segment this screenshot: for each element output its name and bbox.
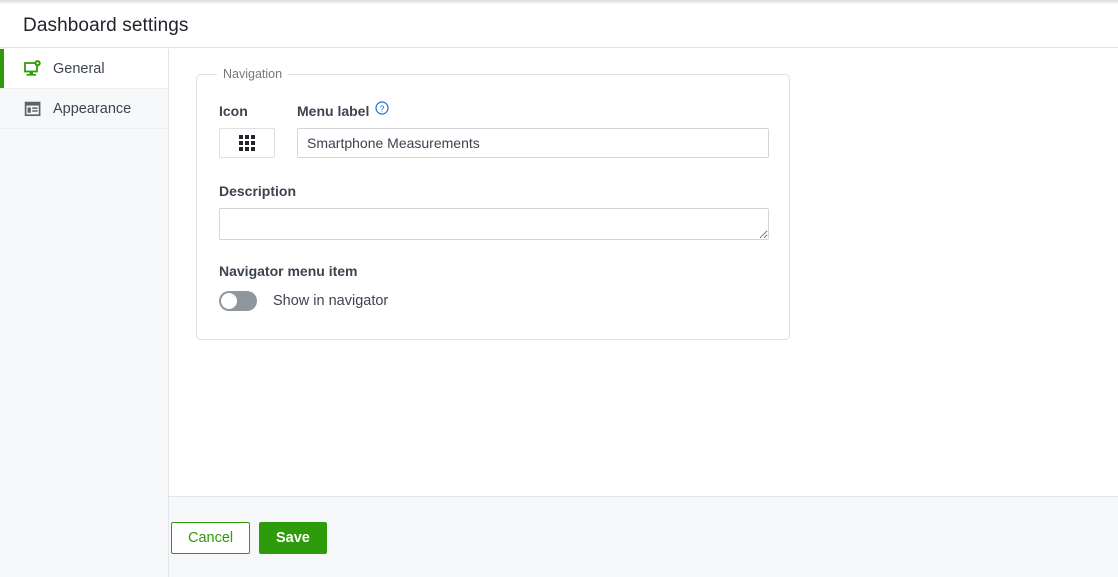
sidebar-item-label: General — [53, 61, 105, 77]
icon-field-label: Icon — [219, 103, 297, 119]
navigator-menu-item-label: Navigator menu item — [219, 263, 388, 279]
description-textarea[interactable] — [219, 208, 769, 240]
layout-panel-icon — [24, 100, 42, 118]
navigator-menu-item-section: Navigator menu item Show in navigator — [219, 263, 388, 311]
dialog-header: Dashboard settings — [0, 4, 1118, 48]
menu-label-input[interactable] — [297, 128, 769, 158]
show-in-navigator-toggle[interactable] — [219, 291, 257, 311]
menu-label-field: Menu label ? — [297, 103, 769, 158]
show-in-navigator-row: Show in navigator — [219, 291, 388, 311]
dashboard-settings-dialog: Dashboard settings General — [0, 0, 1118, 577]
icon-field: Icon — [219, 103, 297, 158]
dialog-footer: Cancel Save — [169, 497, 1118, 577]
navigation-fieldset: Navigation Icon Menu label — [196, 74, 790, 340]
icon-picker-button[interactable] — [219, 128, 275, 158]
fieldset-legend: Navigation — [217, 67, 288, 81]
show-in-navigator-label: Show in navigator — [273, 293, 388, 309]
menu-label-heading: Menu label ? — [297, 103, 769, 119]
sidebar-item-appearance[interactable]: Appearance — [0, 89, 168, 129]
page-title: Dashboard settings — [23, 15, 189, 37]
toggle-knob — [221, 293, 237, 309]
menu-label-field-label: Menu label — [297, 103, 369, 119]
icon-and-menu-label-row: Icon Menu label ? — [219, 103, 769, 158]
settings-sidebar: General Appearance — [0, 49, 169, 577]
sidebar-item-label: Appearance — [53, 101, 131, 117]
settings-content-pane: Navigation Icon Menu label — [169, 49, 1118, 497]
svg-text:?: ? — [380, 103, 385, 113]
sidebar-item-general[interactable]: General — [0, 49, 168, 89]
save-button[interactable]: Save — [259, 522, 327, 554]
description-field-label: Description — [219, 183, 769, 199]
description-field: Description — [219, 183, 769, 240]
help-circle-icon[interactable]: ? — [375, 101, 389, 115]
cancel-button[interactable]: Cancel — [171, 522, 250, 554]
grid-3x3-icon — [239, 135, 255, 151]
monitor-gear-icon — [24, 60, 42, 78]
